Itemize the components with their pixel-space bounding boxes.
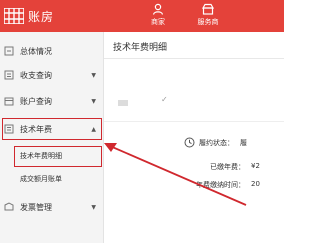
paid-fee-label: 已缴年费： [210, 163, 245, 171]
sidebar-item-label: 收支查询 [20, 70, 52, 80]
paid-fee-value: ¥2 [251, 162, 260, 170]
chevron-down-icon: ▼ [91, 71, 96, 79]
nav-merchant-label: 商家 [151, 18, 165, 26]
sidebar-item-account[interactable]: 账户查询 ▼ [0, 90, 104, 112]
logo-icon [4, 8, 24, 24]
check-icon: ✓ [161, 95, 168, 104]
nav-service-provider[interactable]: 服务商 [188, 3, 228, 27]
page-title: 技术年费明细 [113, 43, 168, 53]
status-value: 履 [240, 138, 247, 147]
nav-service-provider-label: 服务商 [197, 18, 219, 26]
invoice-icon [4, 202, 14, 211]
highlight-box-tech-fee-detail [14, 146, 102, 167]
nav-merchant[interactable]: 商家 [138, 3, 178, 27]
sidebar-item-label: 发票管理 [20, 202, 52, 212]
sidebar-item-invoice[interactable]: 发票管理 ▼ [0, 196, 104, 218]
highlight-box-tech-fee [2, 118, 102, 140]
sidebar-item-label: 账户查询 [20, 96, 52, 106]
user-icon [152, 3, 164, 15]
header-divider [104, 58, 284, 59]
home-icon [4, 46, 14, 56]
top-header-bar: 账房 商家 服务商 [0, 0, 284, 32]
filter-placeholder [118, 100, 128, 106]
sidebar-item-income-expense[interactable]: 收支查询 ▼ [0, 64, 104, 86]
content-divider [104, 121, 284, 122]
fee-due-time-value: 20 [251, 180, 260, 188]
sidebar-subitem-monthly-bill[interactable]: 成交额月账单 [0, 169, 104, 189]
clock-icon [184, 137, 195, 148]
fee-due-time-label: 年费缴纳时间： [196, 181, 245, 189]
status-label: 履约状态： [199, 138, 234, 147]
ledger-icon [4, 70, 14, 80]
chevron-down-icon: ▼ [91, 97, 96, 105]
sidebar-item-label: 总体情况 [20, 46, 52, 56]
account-icon [4, 97, 14, 106]
status-row: 履约状态： 履 [184, 137, 247, 148]
chevron-down-icon: ▼ [91, 203, 96, 211]
app-logo[interactable]: 账房 [4, 6, 54, 26]
sidebar-item-overview[interactable]: 总体情况 [0, 40, 104, 62]
sidebar-subitem-label: 成交额月账单 [20, 175, 62, 183]
store-icon [202, 3, 214, 15]
app-brand-name: 账房 [28, 9, 55, 24]
